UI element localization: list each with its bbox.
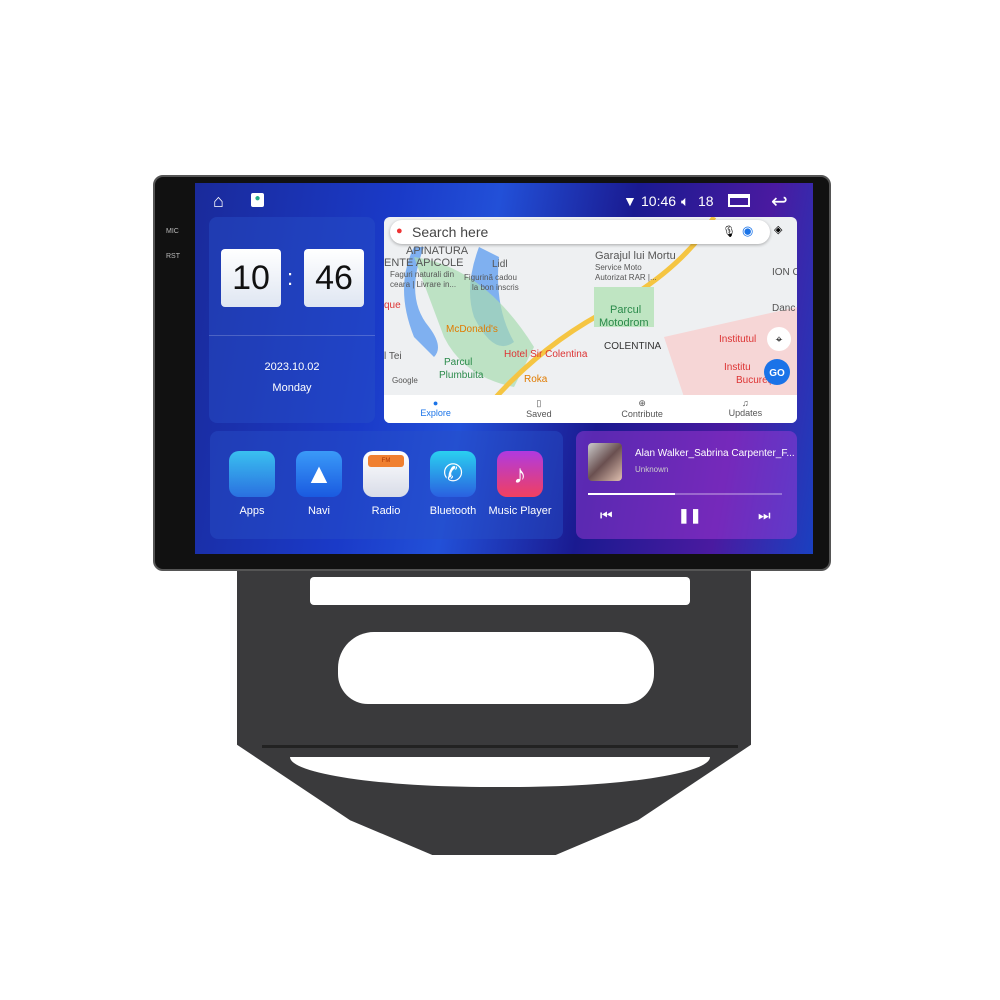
album-art [588, 443, 622, 481]
mic-label: MIC [166, 228, 179, 235]
google-logo: Google [392, 376, 418, 385]
map-label: Faguri naturali din [390, 270, 455, 279]
map-label: Plumbuita [439, 370, 484, 381]
my-location-button[interactable]: ⌖ [767, 327, 791, 351]
map-label: McDonald's [446, 324, 498, 335]
wifi-icon: ▼ [623, 193, 637, 209]
layers-icon[interactable]: ◈ [774, 223, 782, 236]
map-label: Autorizat RAR |... [595, 273, 657, 282]
app-radio[interactable]: FM Radio [362, 451, 410, 517]
pause-button[interactable]: ❚❚ [678, 507, 701, 524]
map-pin-icon: ● [396, 225, 403, 237]
app-launcher: Apps ▲ Navi FM Radio ✆ Bluetooth ♪ Music Pla… [210, 431, 563, 539]
clock-minute: 46 [304, 249, 364, 307]
fm-badge: FM [368, 455, 404, 467]
dash-vent-slot [310, 577, 690, 605]
map-label: COLENTINA [604, 341, 662, 352]
map-label: Garajul lui Mortu [595, 250, 676, 262]
music-widget[interactable]: Alan Walker_Sabrina Carpenter_F... Unkno… [576, 431, 797, 539]
progress-bar[interactable] [588, 493, 782, 495]
mic-icon[interactable]: 🎙︎ [722, 225, 736, 238]
map-label: Institu [724, 362, 751, 373]
divider [209, 335, 375, 336]
tab-label: Updates [728, 408, 763, 418]
progress-fill [588, 493, 676, 495]
dashboard-bezel [237, 565, 751, 855]
map-label: Institutul [719, 334, 757, 345]
map-label: Danc [772, 303, 796, 314]
map-label: ceara | Livrare in... [390, 280, 457, 289]
reset-button[interactable]: RST [166, 253, 180, 260]
next-button[interactable]: ⏭︎ [758, 507, 771, 524]
explore-icon: ● [432, 398, 439, 408]
map-widget[interactable]: Search here ● 🎙︎ ◉ ◈ APINATURA ENTE APIC… [384, 217, 797, 423]
app-navi[interactable]: ▲ Navi [295, 451, 343, 517]
track-artist: Unknown [635, 465, 669, 474]
weekday: Monday [272, 382, 312, 394]
status-bar: ⌂ ● ▼ 10:46 🔈︎ 18 ↩ [195, 189, 813, 214]
map-label: Roka [524, 374, 548, 385]
apps-grid-icon [229, 451, 275, 497]
map-label: ENTE APICOLE [384, 257, 464, 269]
map-search-input[interactable]: Search here [390, 220, 770, 244]
recent-apps-icon[interactable] [728, 194, 750, 207]
back-icon[interactable]: ↩ [771, 189, 788, 214]
go-button[interactable]: GO [764, 359, 790, 385]
tab-updates[interactable]: ♫ Updates [694, 395, 797, 423]
volume-icon[interactable]: 🔈︎ [681, 193, 689, 210]
app-label: Music Player [488, 505, 552, 517]
map-label: Service Moto [595, 263, 642, 272]
map-label: la bon inscris [472, 283, 519, 292]
bell-icon: ♫ [742, 398, 749, 408]
app-music-player[interactable]: ♪ Music Player [489, 451, 551, 517]
clock-widget[interactable]: 10 : 46 2023.10.02 Monday [209, 217, 375, 423]
tab-explore[interactable]: ● Explore [384, 395, 487, 423]
tab-label: Contribute [621, 409, 663, 419]
date: 2023.10.02 [264, 361, 320, 373]
add-circle-icon: ⊕ [638, 398, 646, 408]
app-apps[interactable]: Apps [228, 451, 276, 517]
map-label: Hotel Sir Colentina [504, 349, 588, 360]
map-label: Parcul [444, 357, 473, 368]
tab-label: Saved [526, 409, 552, 419]
tab-contribute[interactable]: ⊕ Contribute [591, 395, 694, 423]
status-time: 10:46 [641, 193, 677, 209]
account-icon[interactable]: ◉ [742, 223, 753, 239]
map-label: Lidl [492, 259, 508, 270]
music-note-icon: ♪ [497, 451, 543, 497]
clock-hour: 10 [221, 249, 281, 307]
dash-climate-opening [338, 632, 654, 704]
home-icon[interactable]: ⌂ [213, 191, 224, 212]
volume-level: 18 [698, 193, 714, 209]
previous-button[interactable]: ⏮︎ [600, 507, 613, 524]
map-label: Parcul [610, 304, 642, 316]
track-title: Alan Walker_Sabrina Carpenter_F... [635, 448, 795, 459]
map-label: APINATURA [406, 245, 469, 257]
map-label: Figurină cadou [464, 273, 517, 282]
tab-label: Explore [420, 408, 451, 418]
bluetooth-phone-icon: ✆ [430, 451, 476, 497]
app-bluetooth[interactable]: ✆ Bluetooth [429, 451, 477, 517]
navigation-arrow-icon: ▲ [296, 451, 342, 497]
bookmark-icon: ▯ [536, 398, 542, 408]
map-label: Motodrom [599, 317, 649, 329]
tab-saved[interactable]: ▯ Saved [487, 395, 590, 423]
maps-app-icon[interactable]: ● [251, 193, 264, 207]
map-tab-bar: ● Explore ▯ Saved ⊕ Contribute ♫ Updates [384, 395, 797, 423]
radio-fm-icon: FM [363, 451, 409, 497]
map-label: que [384, 300, 401, 311]
clock-separator: : [287, 265, 294, 290]
map-label: l Tei [384, 351, 402, 362]
screen: ⌂ ● ▼ 10:46 🔈︎ 18 ↩ 10 : 46 2023.10.02 M… [195, 183, 813, 554]
dash-seam [262, 745, 738, 748]
map-label: ION C [772, 267, 797, 278]
